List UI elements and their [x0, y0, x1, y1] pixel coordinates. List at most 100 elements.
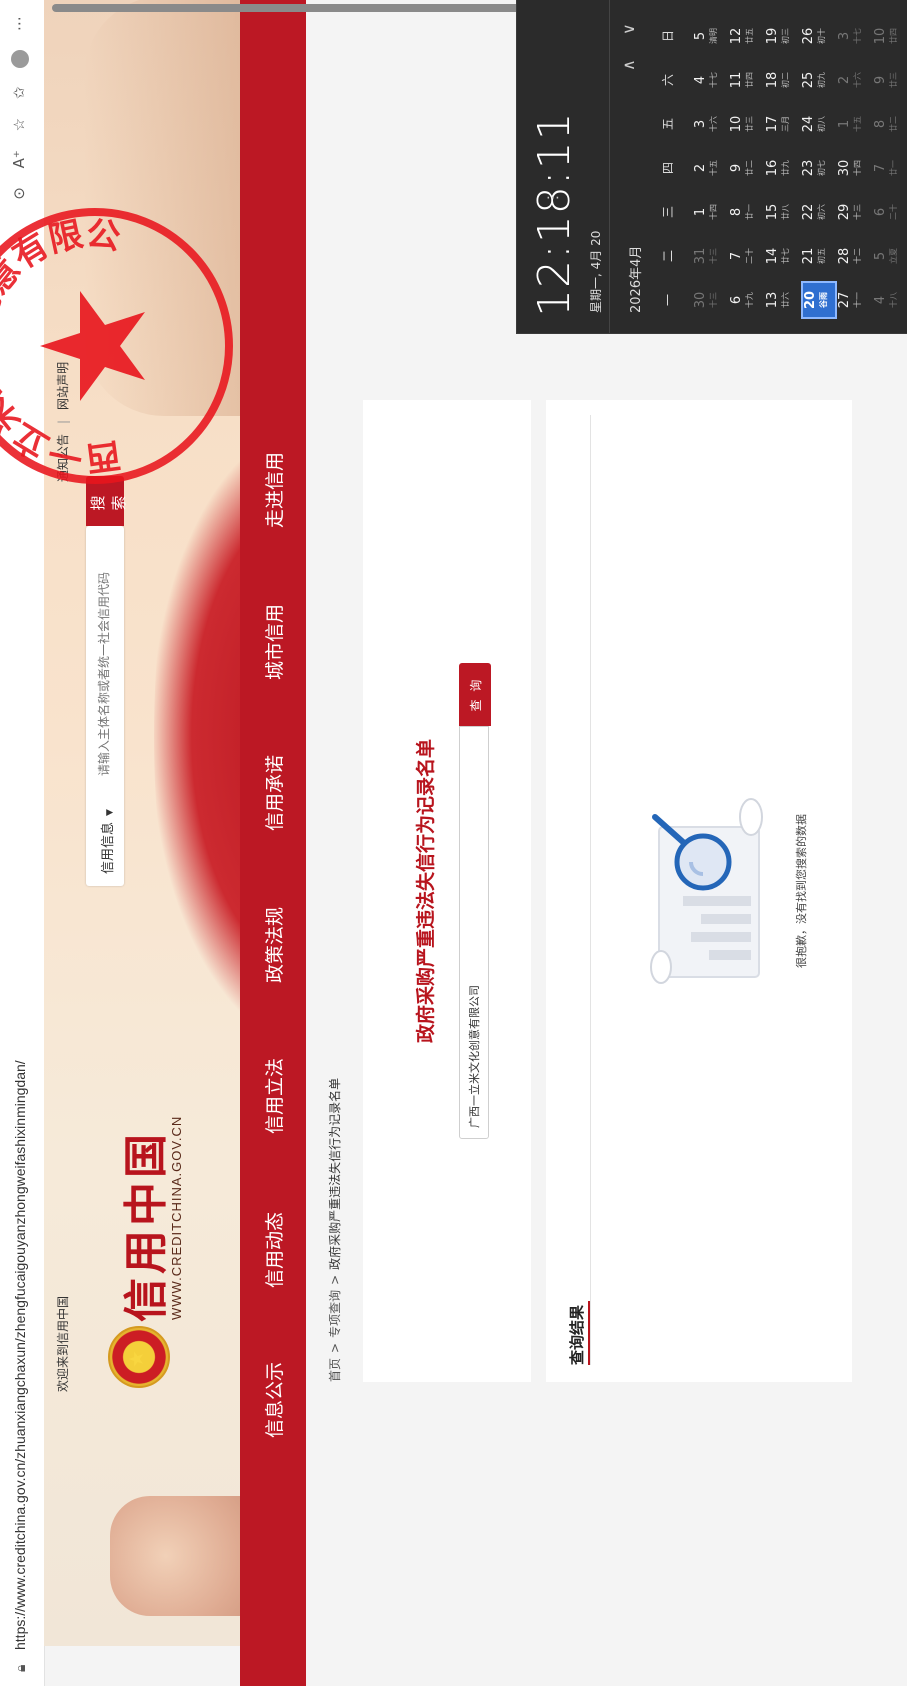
- calendar-day[interactable]: 6 十九: [729, 281, 765, 319]
- calendar-day[interactable]: 19 初三: [765, 17, 801, 55]
- calendar-day[interactable]: 8 廿一: [729, 193, 765, 231]
- calendar-day-lunar: 十五: [853, 116, 862, 132]
- notice-link[interactable]: 通知公告: [56, 434, 70, 482]
- calendar-day-number: 18: [765, 71, 780, 89]
- calendar-day[interactable]: 18 初二: [765, 61, 801, 99]
- calendar-day[interactable]: 6 二十: [873, 193, 907, 231]
- scrollbar-thumb[interactable]: [52, 4, 542, 12]
- calendar-day[interactable]: 22 初六: [801, 193, 837, 231]
- site-search-input[interactable]: [97, 536, 111, 776]
- calendar-day-lunar: 廿三: [889, 72, 898, 88]
- calendar-day[interactable]: 31 十三: [693, 237, 729, 275]
- profile-avatar[interactable]: [10, 49, 29, 68]
- chevron-up-icon[interactable]: ∧: [619, 59, 638, 71]
- calendar-day-number: 28: [837, 247, 852, 265]
- calendar-day[interactable]: 5 清明: [693, 17, 729, 55]
- calendar-day[interactable]: 23 初七: [801, 149, 837, 187]
- calendar-day[interactable]: 7 二十: [729, 237, 765, 275]
- calendar-day[interactable]: 9 廿二: [729, 149, 765, 187]
- calendar-day[interactable]: 28 十二: [837, 237, 873, 275]
- calendar-day[interactable]: 25 初九: [801, 61, 837, 99]
- calendar-day[interactable]: 24 初八: [801, 105, 837, 143]
- calendar-day[interactable]: 11 廿四: [729, 61, 765, 99]
- company-query-input[interactable]: [459, 726, 489, 1139]
- calendar-day-lunar: 立夏: [889, 248, 898, 264]
- breadcrumb-special-query[interactable]: 专项查询: [328, 1290, 342, 1338]
- url-text[interactable]: https://www.creditchina.gov.cn/zhuanxian…: [12, 1060, 28, 1650]
- welcome-text: 欢迎来到信用中国: [56, 1295, 70, 1392]
- calendar-month[interactable]: 2026年4月: [625, 246, 644, 313]
- calendar-day[interactable]: 21 初五: [801, 237, 837, 275]
- page-scrollbar[interactable]: [44, 2, 544, 16]
- nav-item-info-disclosure[interactable]: 信息公示: [260, 1362, 287, 1438]
- results-divider: [590, 415, 591, 1365]
- calendar-weekday: 三: [661, 206, 675, 219]
- favorites-icon[interactable]: ✩: [10, 87, 28, 100]
- calendar-day[interactable]: 3 十六: [693, 105, 729, 143]
- header-topbar: 欢迎来到信用中国 通知公告 | 网站声明: [44, 0, 78, 1646]
- calendar-day[interactable]: 30 十三: [693, 281, 729, 319]
- calendar-day[interactable]: 13 廿六: [765, 281, 801, 319]
- nav-item-policies[interactable]: 政策法规: [260, 907, 287, 983]
- breadcrumb-home[interactable]: 首页: [328, 1358, 342, 1382]
- calendar-day[interactable]: 1 十五: [837, 105, 873, 143]
- calendar-day-number: 26: [801, 27, 816, 45]
- calendar-day-number: 30: [693, 291, 708, 309]
- calendar-day[interactable]: 17 三月: [765, 105, 801, 143]
- calendar-day[interactable]: 29 十三: [837, 193, 873, 231]
- search-type-select[interactable]: 信用信息 ▼: [97, 809, 116, 874]
- more-options-icon[interactable]: ⋯: [10, 16, 28, 31]
- calendar-day[interactable]: 9 廿三: [873, 61, 907, 99]
- nav-item-credit-commitment[interactable]: 信用承诺: [260, 755, 287, 831]
- lock-icon[interactable]: 🔒︎: [13, 1665, 29, 1672]
- calendar-day[interactable]: 30 十四: [837, 149, 873, 187]
- calendar-day-number: 29: [837, 203, 852, 221]
- calendar-day[interactable]: 2 十五: [693, 149, 729, 187]
- calendar-day-lunar: 廿一: [745, 204, 754, 220]
- calendar-day[interactable]: 7 廿一: [873, 149, 907, 187]
- chevron-down-icon[interactable]: ∨: [619, 23, 638, 35]
- clock-date[interactable]: 星期一, 4月 20: [587, 231, 604, 313]
- read-aloud-icon[interactable]: A⁺: [10, 150, 28, 168]
- nav-item-city-credit[interactable]: 城市信用: [260, 604, 287, 680]
- nav-item-about-credit[interactable]: 走进信用: [260, 452, 287, 528]
- calendar-day-number: 24: [801, 115, 816, 133]
- main-nav: 信息公示 信用动态 信用立法 政策法规 信用承诺 城市信用 走进信用: [240, 0, 306, 1686]
- calendar-day[interactable]: 27 十一: [837, 281, 873, 319]
- nav-item-credit-news[interactable]: 信用动态: [260, 1212, 287, 1288]
- calendar-day[interactable]: 2 十六: [837, 61, 873, 99]
- calendar-day-number: 16: [765, 159, 780, 177]
- query-button[interactable]: 查 询: [459, 663, 491, 726]
- calendar-day[interactable]: 4 十七: [693, 61, 729, 99]
- favorite-star-icon[interactable]: ☆: [10, 118, 28, 131]
- calendar-day-number: 17: [765, 115, 780, 133]
- statement-link[interactable]: 网站声明: [56, 362, 70, 410]
- rotated-screen: 🔒︎ https://www.creditchina.gov.cn/zhuanx…: [0, 0, 907, 1686]
- site-search-button[interactable]: 搜 索: [86, 476, 128, 526]
- calendar-day[interactable]: 26 初十: [801, 17, 837, 55]
- calendar-day[interactable]: 5 立夏: [873, 237, 907, 275]
- nav-item-credit-legislation[interactable]: 信用立法: [260, 1058, 287, 1134]
- calendar-day[interactable]: 3 十七: [837, 17, 873, 55]
- site-logo-title[interactable]: 信用中国: [110, 1130, 174, 1322]
- calendar-day[interactable]: 8 廿二: [873, 105, 907, 143]
- calendar-day[interactable]: 15 廿八: [765, 193, 801, 231]
- calendar-day-today[interactable]: 20 谷雨: [801, 281, 837, 319]
- zoom-icon[interactable]: ⊙: [10, 187, 28, 200]
- calendar-day-lunar: 三月: [781, 116, 790, 132]
- browser-address-bar: 🔒︎ https://www.creditchina.gov.cn/zhuanx…: [0, 0, 45, 1686]
- calendar-day-number: 25: [801, 71, 816, 89]
- calendar-day[interactable]: 12 廿五: [729, 17, 765, 55]
- calendar-day[interactable]: 10 廿四: [873, 17, 907, 55]
- calendar-day[interactable]: 16 廿九: [765, 149, 801, 187]
- more-icon[interactable]: ⋯: [546, 190, 560, 206]
- calendar-day[interactable]: 14 廿七: [765, 237, 801, 275]
- bronze-ding-decoration: [110, 1496, 240, 1616]
- national-emblem-icon[interactable]: ★: [108, 1326, 170, 1388]
- calendar-day-number: 10: [729, 115, 744, 133]
- calendar-day[interactable]: 10 廿三: [729, 105, 765, 143]
- calendar-day[interactable]: 4 十八: [873, 281, 907, 319]
- calendar-day-number: 14: [765, 247, 780, 265]
- calendar-day-lunar: 初六: [817, 204, 826, 220]
- calendar-day[interactable]: 1 十四: [693, 193, 729, 231]
